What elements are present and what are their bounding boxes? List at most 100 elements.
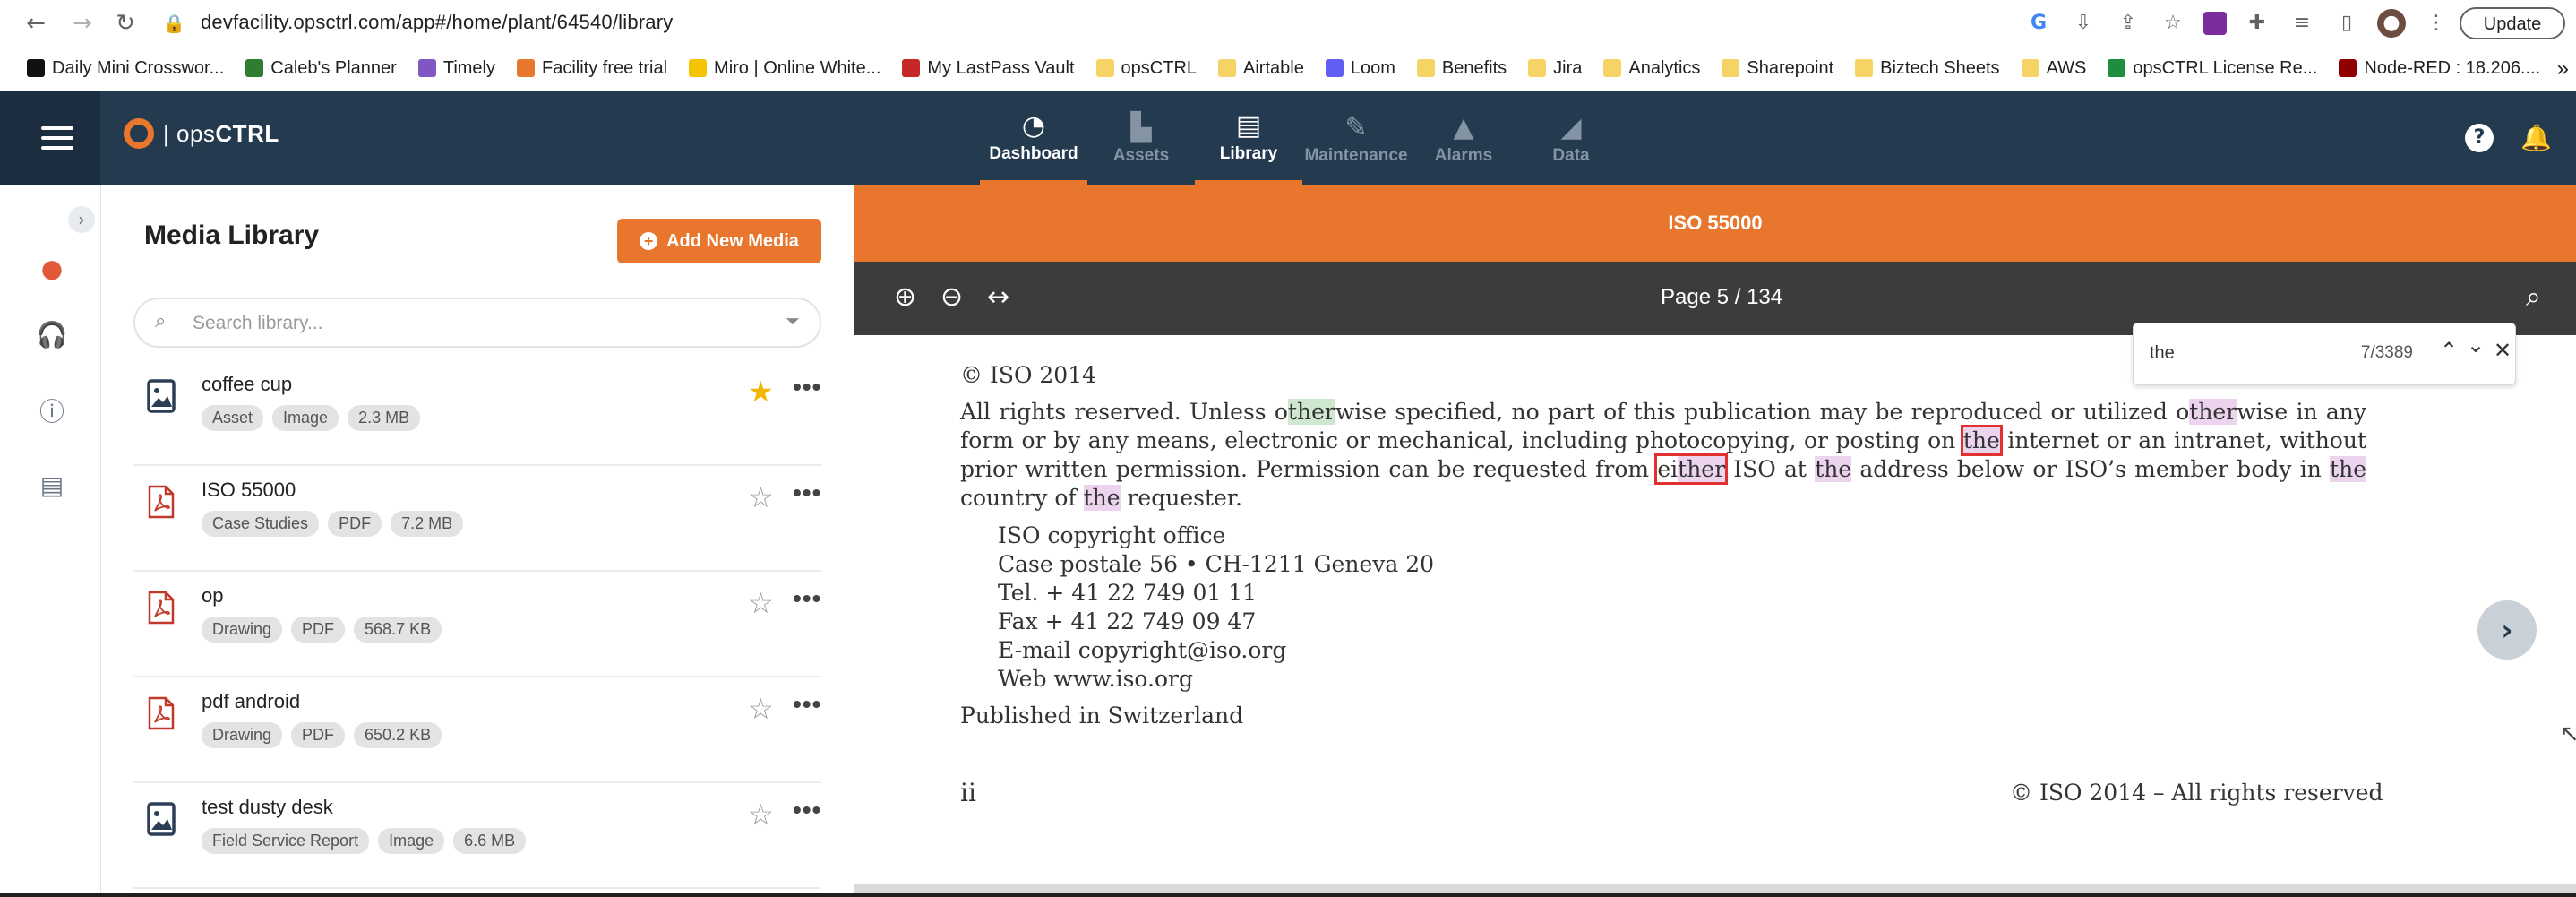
media-name[interactable]: pdf android [202, 690, 300, 713]
media-list-item[interactable]: test dusty desk Field Service Report Image… [133, 783, 821, 889]
install-icon[interactable]: ⇩ [2069, 9, 2098, 38]
favorite-star-icon[interactable]: ☆ [748, 798, 774, 832]
address-bar[interactable]: devfacility.opsctrl.com/app#/home/plant/… [201, 11, 673, 34]
bookmark-label: Airtable [1243, 57, 1304, 78]
plus-icon: + [640, 232, 658, 250]
nav-tab-alarms[interactable]: ▲ Alarms [1410, 91, 1517, 185]
doc-address-line: Case postale 56 • CH-1211 Geneva 20 [998, 551, 1435, 577]
favorite-star-icon[interactable]: ★ [748, 375, 774, 409]
left-rail [0, 185, 101, 893]
nav-tab-label: Alarms [1434, 146, 1493, 165]
bookmark-label: Biztech Sheets [1880, 57, 2000, 78]
nav-tab-data[interactable]: ◢ Data [1517, 91, 1625, 185]
reload-icon[interactable]: ↻ [111, 9, 140, 38]
media-list-item[interactable]: coffee cup Asset Image 2.3 MB ★ ••• [133, 360, 821, 466]
favorite-star-icon[interactable]: ☆ [748, 692, 774, 726]
media-list-item[interactable]: ISO 55000 Case Studies PDF 7.2 MB ☆ ••• [133, 466, 821, 572]
bookmark-item[interactable]: Analytics [1603, 55, 1700, 82]
logo-suffix: CTRL [215, 119, 279, 147]
bookmark-item[interactable]: My LastPass Vault [902, 55, 1075, 82]
bookmark-item[interactable]: AWS [2021, 55, 2086, 82]
bookmark-item[interactable]: opsCTRL License Re... [2108, 55, 2317, 82]
share-icon[interactable]: ⇪ [2114, 9, 2142, 38]
expand-chevron-icon[interactable]: › [68, 206, 95, 233]
favorite-star-icon[interactable]: ☆ [748, 586, 774, 620]
bookmark-label: Node-RED : 18.206.... [2364, 57, 2541, 78]
bookmark-item[interactable]: Node-RED : 18.206.... [2339, 55, 2540, 82]
headset-icon[interactable]: 🎧 [36, 319, 68, 351]
more-options-icon[interactable]: ••• [793, 796, 821, 824]
add-new-media-button[interactable]: + Add New Media [617, 219, 821, 263]
bookmark-label: My LastPass Vault [927, 57, 1075, 78]
gauge-icon: ◔ [1021, 109, 1046, 142]
bookmark-item[interactable]: Miro | Online White... [689, 55, 880, 82]
media-name[interactable]: coffee cup [202, 373, 292, 396]
media-name[interactable]: test dusty desk [202, 796, 333, 819]
bookmark-favicon-icon [1416, 59, 1435, 77]
bell-icon[interactable]: 🔔 [2520, 124, 2552, 152]
bookmark-item[interactable]: Timely [417, 55, 495, 82]
find-close-icon[interactable]: ✕ [2494, 338, 2512, 363]
hamburger-menu-icon[interactable] [41, 126, 73, 150]
logo-prefix: | ops [163, 119, 216, 147]
search-input[interactable] [191, 306, 750, 341]
find-prev-icon[interactable]: ⌃ [2440, 338, 2458, 363]
bookmark-item[interactable]: Biztech Sheets [1855, 55, 2000, 82]
browser-menu-icon[interactable]: ⋮ [2422, 9, 2451, 38]
zoom-in-icon[interactable]: ⊕ [894, 281, 916, 313]
bookmark-item[interactable]: Airtable [1218, 55, 1304, 82]
media-name[interactable]: ISO 55000 [202, 479, 296, 502]
media-queue-icon[interactable]: ≡ [2288, 9, 2316, 38]
library-book-icon[interactable]: ▤ [36, 470, 68, 502]
bookmark-favicon-icon [517, 59, 535, 77]
more-options-icon[interactable]: ••• [793, 690, 821, 719]
bookmark-item[interactable]: Daily Mini Crosswor... [27, 55, 224, 82]
nav-tab-dashboard[interactable]: ◔ Dashboard [980, 91, 1087, 185]
bookmark-star-icon[interactable]: ☆ [2159, 9, 2187, 38]
info-icon[interactable]: ⓘ [36, 396, 68, 428]
help-icon[interactable]: ? [2465, 124, 2494, 152]
next-page-button[interactable]: › [2477, 600, 2537, 660]
bookmark-item[interactable]: Sharepoint [1722, 55, 1833, 82]
more-options-icon[interactable]: ••• [793, 584, 821, 613]
back-icon[interactable]: ← [21, 9, 50, 38]
more-options-icon[interactable]: ••• [793, 479, 821, 507]
bookmark-favicon-icon [1722, 59, 1740, 77]
viewer-scrollbar[interactable] [854, 884, 2576, 893]
more-options-icon[interactable]: ••• [793, 373, 821, 401]
profile-avatar-icon[interactable]: ● [2377, 9, 2406, 38]
plant-pin-icon[interactable]: ● [36, 253, 68, 285]
google-icon[interactable]: G [2024, 9, 2053, 38]
bookmark-item[interactable]: Facility free trial [517, 55, 667, 82]
nav-tab-assets[interactable]: ▙ Assets [1087, 91, 1195, 185]
bookmark-favicon-icon [27, 59, 45, 77]
extension-onenote-icon[interactable] [2203, 12, 2227, 35]
find-next-icon[interactable]: ⌄ [2467, 332, 2485, 358]
bookmark-item[interactable]: opsCTRL [1095, 55, 1197, 82]
favorite-star-icon[interactable]: ☆ [748, 480, 774, 514]
zoom-out-icon[interactable]: ⊖ [940, 281, 963, 313]
bookmark-label: Caleb's Planner [270, 57, 397, 78]
media-name[interactable]: op [202, 584, 223, 608]
side-panel-icon[interactable]: ▯ [2332, 9, 2361, 38]
bookmarks-overflow-icon[interactable]: » [2557, 56, 2569, 82]
forward-icon[interactable]: → [68, 9, 97, 38]
update-button[interactable]: Update [2460, 7, 2565, 39]
bookmark-item[interactable]: Loom [1325, 55, 1395, 82]
nav-tab-library[interactable]: ▤ Library [1195, 91, 1302, 185]
media-list-item[interactable]: pdf android Drawing PDF 650.2 KB ☆ ••• [133, 677, 821, 783]
bookmark-item[interactable]: Caleb's Planner [245, 55, 397, 82]
extensions-puzzle-icon[interactable]: ✚ [2243, 9, 2271, 38]
doc-address-line: Fax + 41 22 749 09 47 [998, 608, 1257, 634]
media-list-item[interactable]: op Drawing PDF 568.7 KB ☆ ••• [133, 572, 821, 677]
fit-width-icon[interactable]: ↔ [987, 281, 1009, 313]
filter-icon[interactable]: ⏷ [786, 310, 800, 332]
bookmark-item[interactable]: Benefits [1416, 55, 1507, 82]
opsctrl-logo[interactable]: | opsCTRL [124, 118, 279, 149]
nav-tab-maintenance[interactable]: ✎ Maintenance [1302, 91, 1410, 185]
search-icon[interactable]: ⌕ [2526, 281, 2541, 313]
media-tag: 650.2 KB [354, 722, 442, 748]
bookmark-item[interactable]: Jira [1528, 55, 1582, 82]
find-input[interactable]: the [2150, 343, 2175, 364]
nav-tab-label: Data [1552, 146, 1590, 165]
